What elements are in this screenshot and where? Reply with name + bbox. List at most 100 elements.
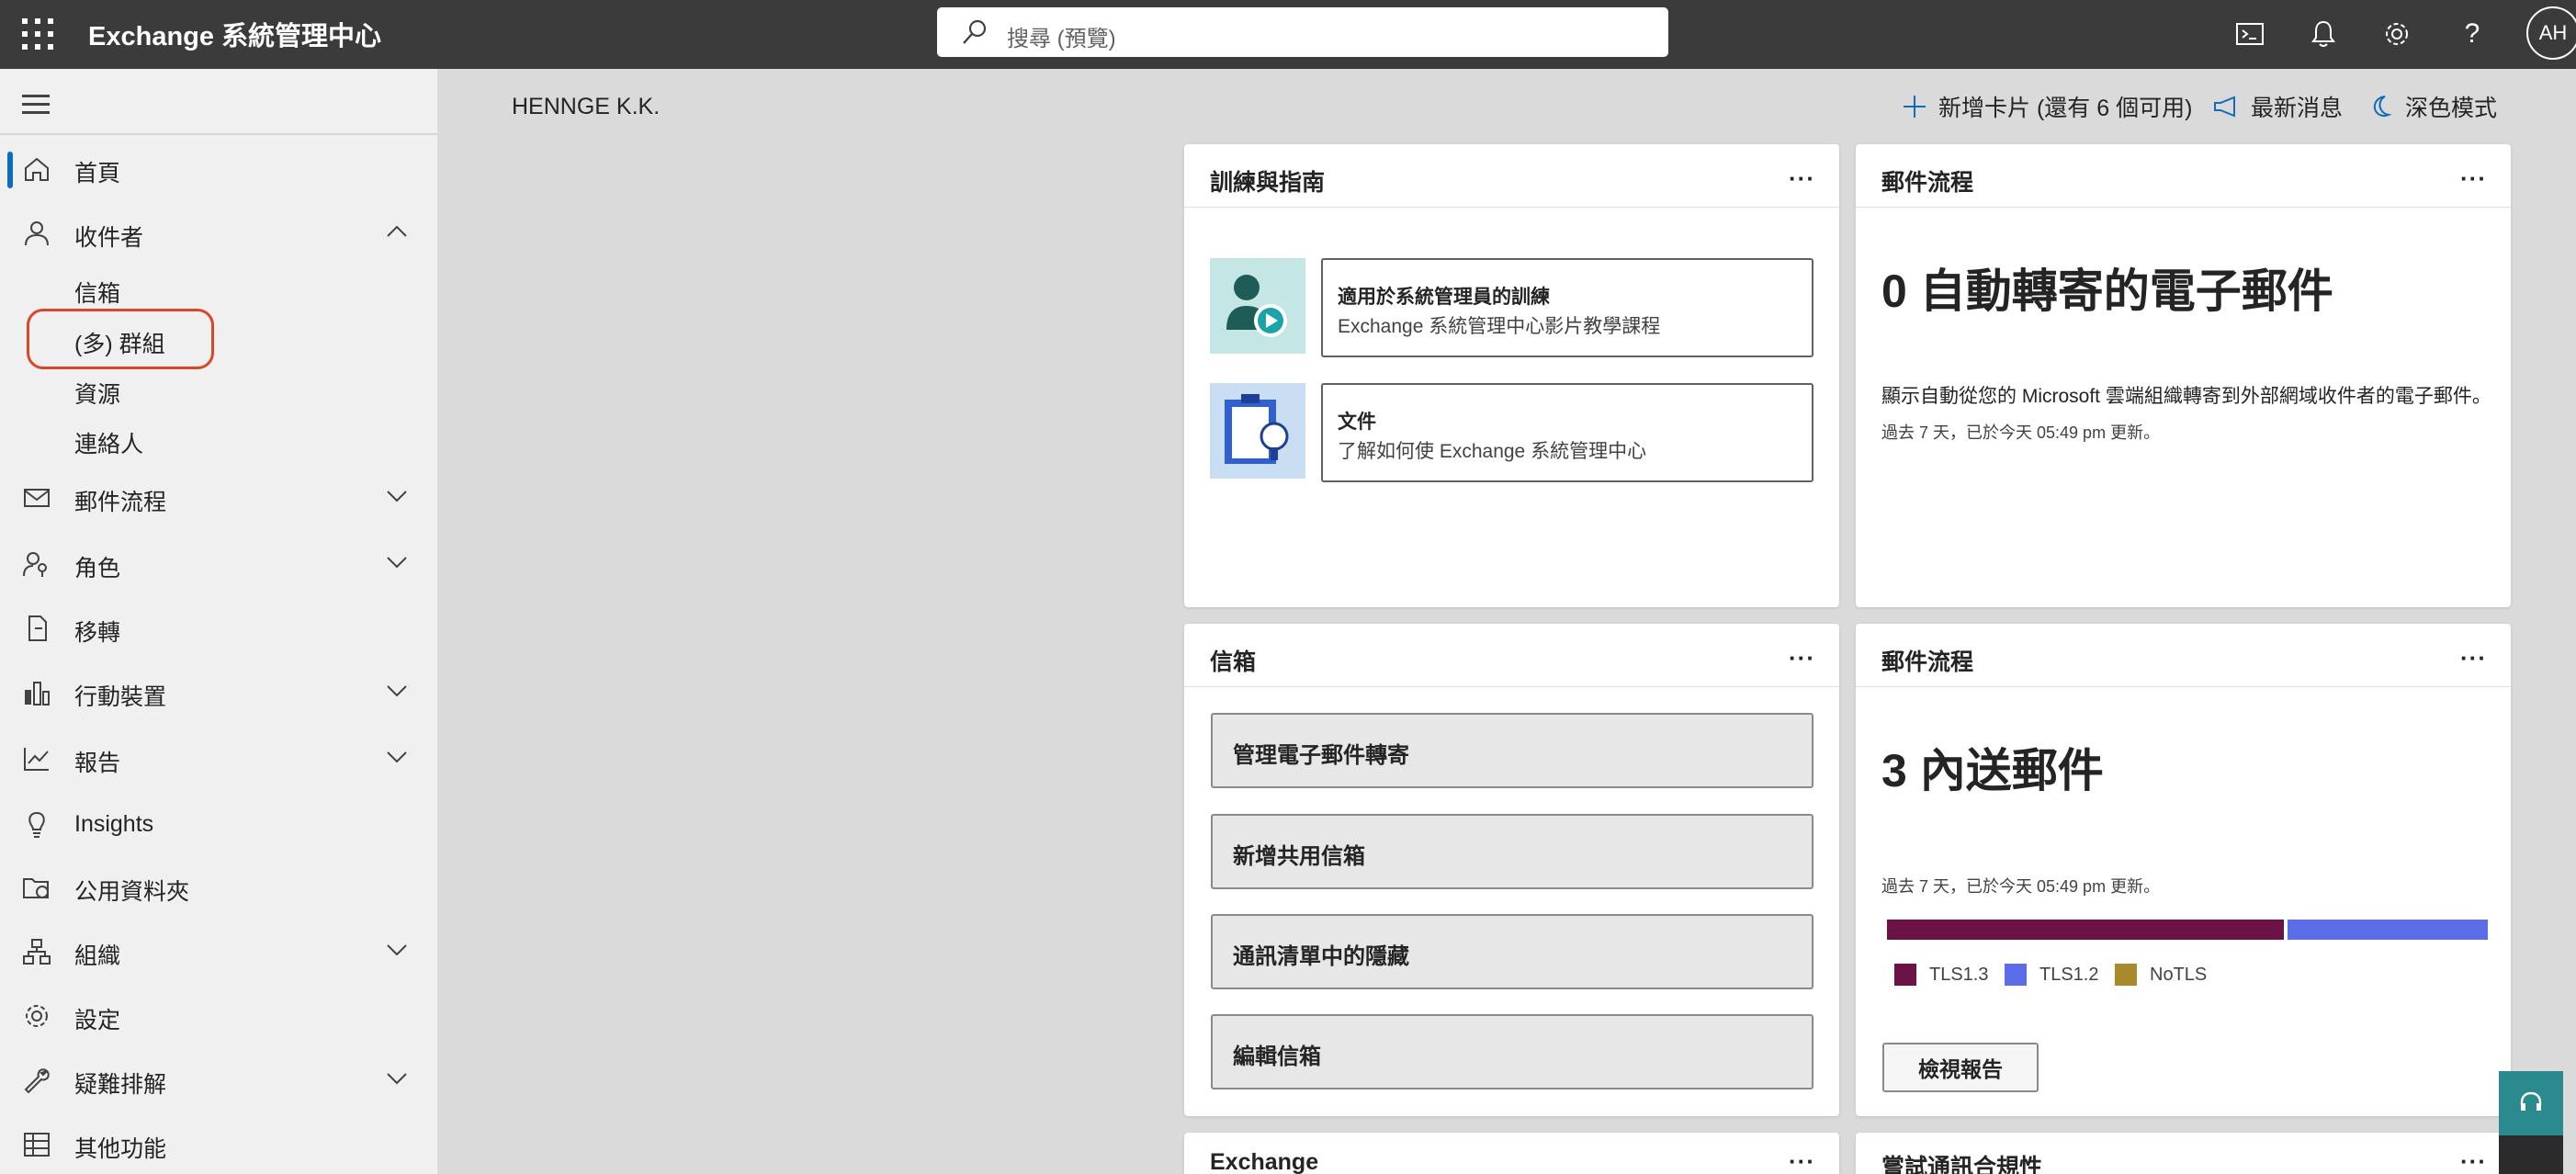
- manage-forwarding-button[interactable]: 管理電子郵件轉寄: [1211, 713, 1813, 788]
- inbound-count: 3 內送郵件: [1881, 745, 2104, 796]
- chevron-down-icon[interactable]: [384, 942, 410, 958]
- sidebar-item-other[interactable]: 其他功能: [0, 1118, 437, 1169]
- auto-forward-card: 郵件流程 ··· 0 自動轉寄的電子郵件 顯示自動從您的 Microsoft 雲…: [1856, 144, 2511, 607]
- chevron-down-icon[interactable]: [384, 683, 410, 699]
- documentation-tile[interactable]: 文件 了解如何使 Exchange 系統管理中心: [1321, 383, 1813, 482]
- search-input[interactable]: 搜尋 (預覽): [1007, 20, 1116, 52]
- sidebar-label-settings: 設定: [74, 1008, 121, 1033]
- gear-icon: [26, 1005, 48, 1027]
- inbound-mail-card: 郵件流程 ··· 3 內送郵件 過去 7 天，已於今天 05:49 pm 更新。…: [1856, 624, 2511, 1116]
- legend-swatch: [1894, 964, 1916, 986]
- divider: [0, 133, 437, 135]
- terminal-icon[interactable]: [2231, 15, 2269, 53]
- sidebar-item-resources[interactable]: 資源: [74, 377, 120, 410]
- sidebar-label-reports: 報告: [74, 751, 121, 776]
- training-card: 訓練與指南 ··· 適用於系統管理員的訓練 Exchange 系統管理中心影片教…: [1184, 144, 1839, 607]
- highlight-ring: [27, 309, 214, 369]
- add-card-button[interactable]: 新增卡片 (還有 6 個可用): [1902, 90, 2192, 123]
- training-tile[interactable]: 適用於系統管理員的訓練 Exchange 系統管理中心影片教學課程: [1321, 258, 1813, 357]
- sidebar-label-troubleshoot: 疑難排解: [74, 1072, 167, 1098]
- sidebar-item-home[interactable]: 首頁: [0, 142, 437, 194]
- app-title[interactable]: Exchange 系統管理中心: [88, 15, 381, 53]
- more-options-button[interactable]: ···: [2460, 644, 2487, 672]
- sidebar-item-roles[interactable]: 角色: [0, 537, 437, 589]
- more-options-button[interactable]: ···: [2460, 164, 2487, 193]
- legend-tls13: TLS1.3: [1894, 964, 1988, 986]
- legend-swatch: [2115, 964, 2137, 986]
- button-label: 通訊清單中的隱藏: [1233, 944, 1409, 969]
- whats-new-button[interactable]: 最新消息: [2212, 90, 2343, 123]
- bell-icon[interactable]: [2304, 15, 2343, 53]
- chevron-down-icon[interactable]: [384, 488, 410, 504]
- mail-icon: [24, 489, 50, 507]
- tile-subtitle: 了解如何使 Exchange 系統管理中心: [1338, 441, 1647, 462]
- legend-label: TLS1.3: [1929, 964, 1989, 985]
- hamburger-icon[interactable]: [22, 95, 51, 117]
- card-title: 嘗試通訊合規性: [1881, 1155, 2043, 1174]
- person-icon: [25, 221, 49, 246]
- chevron-up-icon[interactable]: [384, 223, 410, 240]
- chevron-down-icon[interactable]: [384, 1070, 410, 1087]
- whats-new-label: 最新消息: [2251, 96, 2344, 121]
- avatar[interactable]: AH: [2526, 6, 2576, 60]
- add-card-label: 新增卡片 (還有 6 個可用): [1938, 96, 2193, 121]
- more-options-button[interactable]: ···: [1789, 164, 1815, 193]
- search-icon: [963, 19, 987, 44]
- sidebar: 首頁 收件者 信箱 (多) 群組 資源 連絡人 郵件流程 角色 移轉 行動裝置 …: [0, 69, 437, 1174]
- legend-label: TLS1.2: [2039, 964, 2099, 985]
- sidebar-item-insights[interactable]: Insights: [0, 798, 437, 850]
- edit-mailbox-button[interactable]: 編輯信箱: [1211, 1014, 1813, 1089]
- chart-line-icon: [24, 748, 49, 771]
- devices-icon: [25, 682, 50, 706]
- headset-help-button[interactable]: [2499, 1071, 2563, 1135]
- sidebar-label-roles: 角色: [74, 556, 121, 581]
- add-shared-mailbox-button[interactable]: 新增共用信箱: [1211, 814, 1813, 889]
- view-report-button[interactable]: 檢視報告: [1882, 1043, 2039, 1092]
- chat-button[interactable]: [2499, 1135, 2563, 1174]
- updated-text: 過去 7 天，已於今天 05:49 pm 更新。: [1881, 877, 2161, 896]
- headset-icon: [2520, 1091, 2542, 1111]
- sidebar-item-troubleshoot[interactable]: 疑難排解: [0, 1054, 437, 1105]
- document-arrow-icon: [28, 615, 47, 641]
- documentation-icon: [1210, 383, 1305, 479]
- sidebar-item-settings[interactable]: 設定: [0, 989, 437, 1041]
- sidebar-item-mail-flow[interactable]: 郵件流程: [0, 471, 437, 523]
- tile-title: 文件: [1338, 412, 1376, 433]
- sidebar-label-mobile: 行動裝置: [74, 684, 167, 710]
- dark-mode-label: 深色模式: [2405, 96, 2498, 121]
- sidebar-item-organization[interactable]: 組織: [0, 925, 437, 976]
- more-options-button[interactable]: ···: [1789, 1147, 1815, 1174]
- card-title: 訓練與指南: [1210, 170, 1326, 196]
- sidebar-label-insights: Insights: [74, 811, 154, 837]
- forwarded-count: 0 自動轉寄的電子郵件: [1881, 265, 2333, 317]
- more-options-button[interactable]: ···: [2460, 1147, 2487, 1174]
- gear-icon[interactable]: [2378, 15, 2416, 53]
- compliance-card: 嘗試通訊合規性 ···: [1856, 1133, 2511, 1174]
- sidebar-item-migration[interactable]: 移轉: [0, 602, 437, 653]
- sidebar-item-mailboxes[interactable]: 信箱: [74, 276, 120, 309]
- waffle-icon[interactable]: [20, 17, 55, 51]
- exchange-card: Exchange ···: [1184, 1133, 1839, 1174]
- sidebar-label-mail-flow: 郵件流程: [74, 490, 167, 515]
- sidebar-item-contacts[interactable]: 連絡人: [74, 426, 143, 459]
- chevron-down-icon[interactable]: [384, 749, 410, 765]
- hide-from-gal-button[interactable]: 通訊清單中的隱藏: [1211, 914, 1813, 989]
- sidebar-item-public-folders[interactable]: 公用資料夾: [0, 861, 437, 912]
- sidebar-item-recipients[interactable]: 收件者: [0, 207, 437, 258]
- mailbox-card: 信箱 ··· 管理電子郵件轉寄 新增共用信箱 通訊清單中的隱藏 編輯信箱: [1184, 624, 1839, 1116]
- search-box[interactable]: 搜尋 (預覽): [937, 7, 1668, 57]
- legend-notls: NoTLS: [2115, 964, 2207, 986]
- bar-segment-tls13: [1887, 920, 2284, 940]
- plus-icon: [1904, 96, 1926, 118]
- more-options-button[interactable]: ···: [1789, 644, 1815, 672]
- dark-mode-toggle[interactable]: 深色模式: [2368, 90, 2497, 123]
- sidebar-item-reports[interactable]: 報告: [0, 732, 437, 784]
- help-icon[interactable]: ?: [2453, 15, 2491, 53]
- active-indicator: [7, 152, 13, 188]
- chevron-down-icon[interactable]: [384, 554, 410, 570]
- legend-tls12: TLS1.2: [2005, 964, 2098, 986]
- wrench-icon: [24, 1068, 50, 1094]
- sidebar-label-home: 首頁: [74, 161, 121, 186]
- sidebar-item-mobile[interactable]: 行動裝置: [0, 666, 437, 717]
- sidebar-label-organization: 組織: [74, 943, 121, 969]
